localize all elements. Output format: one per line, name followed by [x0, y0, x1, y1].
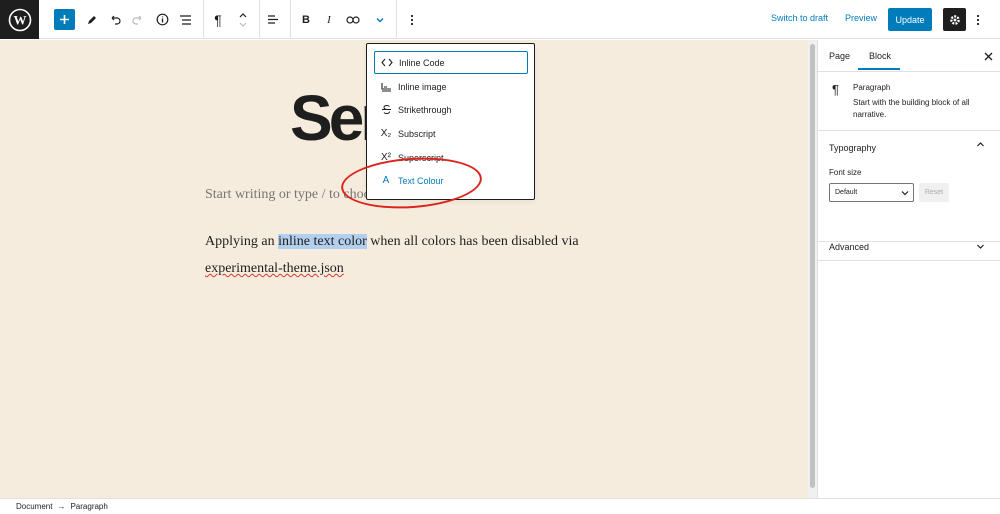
chevron-down-icon	[376, 17, 384, 22]
menu-item-label: Superscript	[398, 152, 444, 163]
paragraph-text-after: when all colors has been disabled via	[366, 234, 579, 249]
advanced-panel-toggle[interactable]: Advanced	[829, 242, 869, 252]
align-button[interactable]	[265, 0, 281, 39]
menu-item-label: Strikethrough	[398, 104, 452, 115]
more-vertical-icon	[976, 14, 980, 25]
svg-text:W: W	[13, 12, 26, 27]
tab-page[interactable]: Page	[829, 40, 850, 72]
info-icon	[156, 13, 168, 26]
wordpress-logo-icon[interactable]: W	[0, 0, 39, 39]
menu-item-text-colour[interactable]: A Text Colour	[374, 169, 528, 192]
add-block-button[interactable]	[54, 9, 75, 30]
italic-icon: I	[327, 13, 331, 26]
menu-item-label: Inline Code	[399, 57, 445, 68]
menu-item-label: Inline image	[398, 81, 447, 92]
active-tab-indicator	[858, 68, 900, 70]
tools-button[interactable]	[84, 0, 100, 39]
menu-item-strikethrough[interactable]: Strikethrough	[374, 98, 528, 121]
close-sidebar-button[interactable]	[978, 40, 998, 72]
move-block-button[interactable]	[235, 0, 251, 39]
menu-item-label: Text Colour	[398, 175, 444, 186]
chevron-down-icon	[901, 191, 909, 196]
preview-button[interactable]: Preview	[845, 13, 877, 23]
undo-icon	[111, 15, 121, 25]
block-description: Start with the building block of all nar…	[853, 98, 970, 119]
strikethrough-icon	[374, 104, 398, 115]
typography-panel-toggle[interactable]: Typography	[829, 143, 876, 153]
paragraph-spellcheck-word: experimental-theme.json	[205, 261, 344, 276]
text-color-icon: A	[382, 175, 390, 186]
menu-item-inline-image[interactable]: Inline image	[374, 75, 528, 98]
paragraph-icon: ¶	[832, 82, 839, 97]
toolbar-divider	[396, 0, 397, 39]
update-button[interactable]: Update	[888, 8, 932, 31]
move-up-down-icon	[239, 12, 247, 27]
plus-icon	[60, 15, 69, 24]
menu-item-inline-code[interactable]: Inline Code	[374, 51, 528, 74]
more-formats-button[interactable]	[371, 0, 389, 39]
canvas-scrollbar-thumb[interactable]	[810, 44, 815, 488]
selected-text: inline text color	[278, 234, 367, 249]
arrow-right-icon: →	[57, 502, 66, 511]
settings-button[interactable]	[943, 8, 966, 31]
bold-icon: B	[302, 13, 310, 26]
sidebar-tabs: Page Block	[818, 40, 1000, 72]
image-icon	[374, 82, 398, 92]
toolbar-divider	[259, 0, 260, 39]
toolbar-divider	[290, 0, 291, 39]
paragraph-icon: ¶	[214, 11, 222, 28]
chevron-down-icon[interactable]	[976, 242, 985, 252]
bold-button[interactable]: B	[298, 0, 314, 39]
menu-item-superscript[interactable]: X² Superscript	[374, 146, 528, 169]
redo-icon	[132, 15, 142, 25]
menu-item-label: Subscript	[398, 128, 436, 139]
close-icon	[984, 52, 992, 60]
settings-sidebar: Page Block ¶ Paragraph Start with the bu…	[817, 40, 1000, 498]
block-card: ¶ Paragraph Start with the building bloc…	[818, 72, 1000, 131]
menu-item-subscript[interactable]: X₂ Subscript	[374, 122, 528, 145]
details-button[interactable]	[154, 0, 170, 39]
list-view-button[interactable]	[177, 0, 193, 39]
gear-icon	[949, 14, 960, 25]
more-vertical-icon	[410, 14, 414, 25]
pencil-icon	[88, 15, 96, 24]
undo-button[interactable]	[107, 0, 123, 39]
paragraph-block-button[interactable]: ¶	[210, 0, 226, 39]
advanced-panel: Advanced	[818, 242, 1000, 261]
italic-button[interactable]: I	[321, 0, 337, 39]
font-size-select[interactable]: Default	[829, 183, 914, 202]
paragraph-text-before: Applying an	[205, 234, 279, 249]
breadcrumb: Document → Paragraph	[0, 498, 1000, 514]
block-options-button[interactable]	[404, 0, 420, 39]
code-icon	[375, 58, 399, 67]
block-name: Paragraph	[853, 83, 891, 92]
align-left-icon	[268, 15, 278, 24]
switch-to-draft-button[interactable]: Switch to draft	[771, 13, 828, 23]
more-formats-menu: Inline Code Inline image Strikethrough X…	[366, 43, 535, 200]
font-size-value: Default	[835, 189, 858, 196]
paragraph-block[interactable]: Applying an inline text color when all c…	[205, 228, 625, 282]
chevron-up-icon[interactable]	[976, 140, 985, 150]
top-toolbar: W ¶ B I Switch to draft Preview Update	[0, 0, 1000, 39]
subscript-icon: X₂	[380, 128, 392, 139]
reset-button[interactable]: Reset	[919, 183, 949, 202]
font-size-label: Font size	[829, 168, 862, 177]
link-button[interactable]	[344, 0, 362, 39]
redo-button[interactable]	[130, 0, 146, 39]
options-menu-button[interactable]	[971, 0, 985, 39]
list-view-icon	[179, 14, 191, 25]
breadcrumb-paragraph[interactable]: Paragraph	[70, 502, 107, 511]
superscript-icon: X²	[381, 152, 391, 163]
toolbar-divider	[203, 0, 204, 39]
breadcrumb-document[interactable]: Document	[16, 502, 52, 511]
link-icon	[346, 15, 360, 24]
